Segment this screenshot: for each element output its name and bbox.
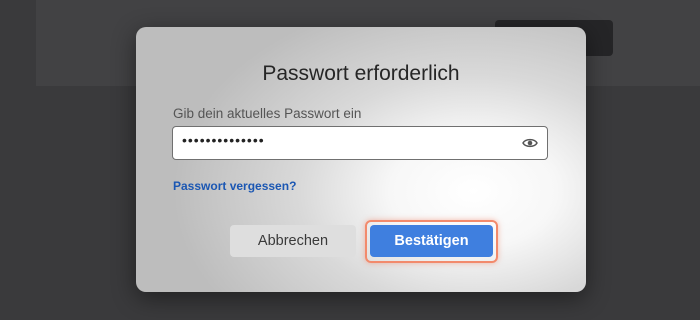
password-value: •••••••••••••• [182,132,265,148]
password-dialog: Passwort erforderlich Gib dein aktuelles… [136,27,586,292]
confirm-button[interactable]: Bestätigen [370,225,493,257]
cancel-button[interactable]: Abbrechen [230,225,356,257]
password-input[interactable]: •••••••••••••• [172,126,548,160]
forgot-password-link[interactable]: Passwort vergessen? [173,179,296,193]
password-field-label: Gib dein aktuelles Passwort ein [173,106,362,121]
eye-icon[interactable] [522,136,538,150]
dialog-title: Passwort erforderlich [262,62,460,85]
